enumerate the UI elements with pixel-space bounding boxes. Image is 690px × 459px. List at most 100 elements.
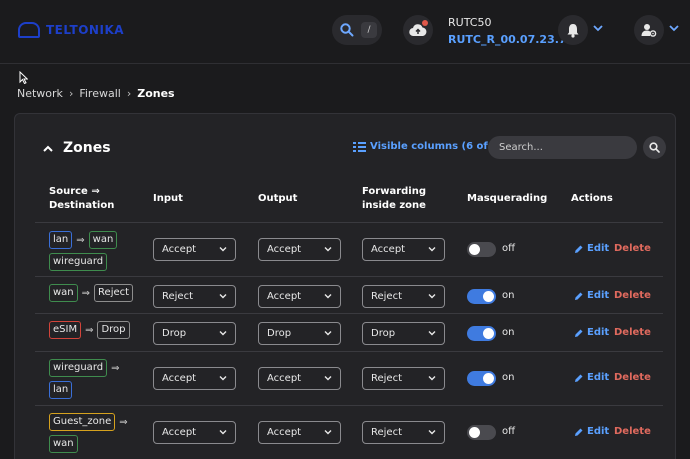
chevron-down-icon [428, 376, 436, 381]
delete-button[interactable]: Delete [614, 372, 651, 383]
output-policy-select[interactable]: Accept [258, 285, 341, 308]
mouse-cursor-icon [19, 71, 28, 84]
output-policy-select[interactable]: Accept [258, 421, 341, 444]
chevron-down-icon [428, 294, 436, 299]
forwarding-policy-select[interactable]: Drop [362, 322, 445, 345]
logo-text: TELTONIKA [46, 23, 125, 37]
top-bar: TELTONIKA / RUTC50 RUTC_R_00.07.23.7 [0, 0, 690, 64]
masquerading-state: off [502, 426, 516, 437]
chevron-down-icon [324, 247, 332, 252]
chevron-right-icon: › [126, 87, 132, 100]
pencil-icon [575, 245, 583, 253]
pencil-icon [575, 428, 583, 436]
cloud-upload-button[interactable] [403, 15, 433, 45]
forwarding-policy-select[interactable]: Accept [362, 238, 445, 261]
zone-tag: wan [49, 435, 78, 453]
edit-button[interactable]: Edit [574, 372, 609, 383]
input-policy-select[interactable]: Reject [153, 285, 236, 308]
masquerading-state: off [502, 243, 516, 254]
input-policy-select[interactable]: Accept [153, 367, 236, 390]
pencil-icon [575, 292, 583, 300]
search-icon [340, 23, 354, 37]
table-search-input[interactable]: Search... [488, 136, 637, 159]
device-name: RUTC50 [448, 16, 492, 29]
teltonika-logo[interactable]: TELTONIKA [18, 22, 124, 38]
edit-button[interactable]: Edit [574, 290, 609, 301]
zone-tag: eSIM [49, 321, 82, 339]
bell-icon [567, 23, 579, 38]
divider [35, 351, 663, 352]
masquerading-toggle[interactable] [467, 425, 496, 440]
firmware-version[interactable]: RUTC_R_00.07.23.7 [448, 33, 567, 46]
forwarding-policy-select[interactable]: Reject [362, 421, 445, 444]
device-info: RUTC50 RUTC_R_00.07.23.7 [448, 16, 567, 46]
user-menu-button[interactable] [634, 15, 664, 45]
zone-forwarding: lan ⇒ wan wireguard [49, 231, 139, 271]
zone-forwarding: wan ⇒ Reject [49, 284, 139, 302]
global-search-button[interactable]: / [332, 15, 382, 45]
delete-button[interactable]: Delete [614, 243, 651, 254]
toggle-knob [469, 427, 480, 438]
edit-button[interactable]: Edit [574, 327, 609, 338]
masquerading-toggle[interactable] [467, 289, 496, 304]
breadcrumb-network[interactable]: Network [17, 87, 63, 100]
panel-header[interactable]: Zones [43, 140, 111, 156]
arrow-icon: ⇒ [119, 416, 128, 428]
breadcrumb-firewall[interactable]: Firewall [79, 87, 120, 100]
divider [35, 222, 663, 223]
delete-button[interactable]: Delete [614, 290, 651, 301]
masquerading-toggle[interactable] [467, 371, 496, 386]
zone-tag: wireguard [49, 359, 108, 377]
output-policy-select[interactable]: Accept [258, 367, 341, 390]
divider [35, 313, 663, 314]
zones-panel: Zones Visible columns (6 of 6) Search...… [14, 113, 676, 459]
zone-forwarding: wireguard ⇒ lan [49, 359, 139, 399]
edit-button[interactable]: Edit [574, 243, 609, 254]
zone-tag: wan [49, 284, 78, 302]
masquerading-state: on [502, 372, 515, 383]
masquerading-toggle[interactable] [467, 242, 496, 257]
input-policy-select[interactable]: Accept [153, 421, 236, 444]
input-policy-select[interactable]: Accept [153, 238, 236, 261]
columns-icon [353, 141, 366, 152]
search-shortcut-key: / [361, 22, 377, 38]
divider [35, 276, 663, 277]
zone-tag: wireguard [49, 253, 108, 271]
zone-forwarding: Guest_zone ⇒ wan [49, 413, 139, 453]
table-search-button[interactable] [643, 136, 666, 159]
arrow-icon: ⇒ [76, 234, 85, 246]
notifications-button[interactable] [558, 15, 588, 45]
masquerading-toggle[interactable] [467, 326, 496, 341]
chevron-down-icon [219, 430, 227, 435]
pencil-icon [575, 374, 583, 382]
search-icon [649, 142, 660, 153]
chevron-down-icon[interactable] [593, 24, 603, 32]
input-policy-select[interactable]: Drop [153, 322, 236, 345]
output-policy-select[interactable]: Accept [258, 238, 341, 261]
notification-dot [422, 20, 428, 26]
edit-button[interactable]: Edit [574, 426, 609, 437]
zone-forwarding: eSIM ⇒ Drop [49, 321, 139, 339]
chevron-up-icon[interactable] [43, 145, 53, 152]
toggle-knob [483, 328, 494, 339]
chevron-down-icon [324, 331, 332, 336]
chevron-down-icon[interactable] [669, 24, 679, 32]
chevron-down-icon [428, 247, 436, 252]
toggle-knob [483, 291, 494, 302]
zone-tag: wan [88, 231, 118, 249]
zone-tag: lan [49, 381, 73, 399]
masquerading-state: on [502, 327, 515, 338]
chevron-down-icon [428, 430, 436, 435]
toggle-knob [483, 373, 494, 384]
forwarding-policy-select[interactable]: Reject [362, 285, 445, 308]
delete-button[interactable]: Delete [614, 426, 651, 437]
col-input: Input [153, 193, 183, 204]
arrow-icon: ⇒ [81, 287, 91, 299]
visible-columns-button[interactable]: Visible columns (6 of 6) [353, 141, 503, 152]
delete-button[interactable]: Delete [614, 327, 651, 338]
col-forwarding: Forwarding inside zone [362, 186, 427, 211]
output-policy-select[interactable]: Drop [258, 322, 341, 345]
table-header: Source ⇒ Destination Input Output Forwar… [49, 185, 655, 223]
toggle-knob [469, 244, 480, 255]
forwarding-policy-select[interactable]: Reject [362, 367, 445, 390]
